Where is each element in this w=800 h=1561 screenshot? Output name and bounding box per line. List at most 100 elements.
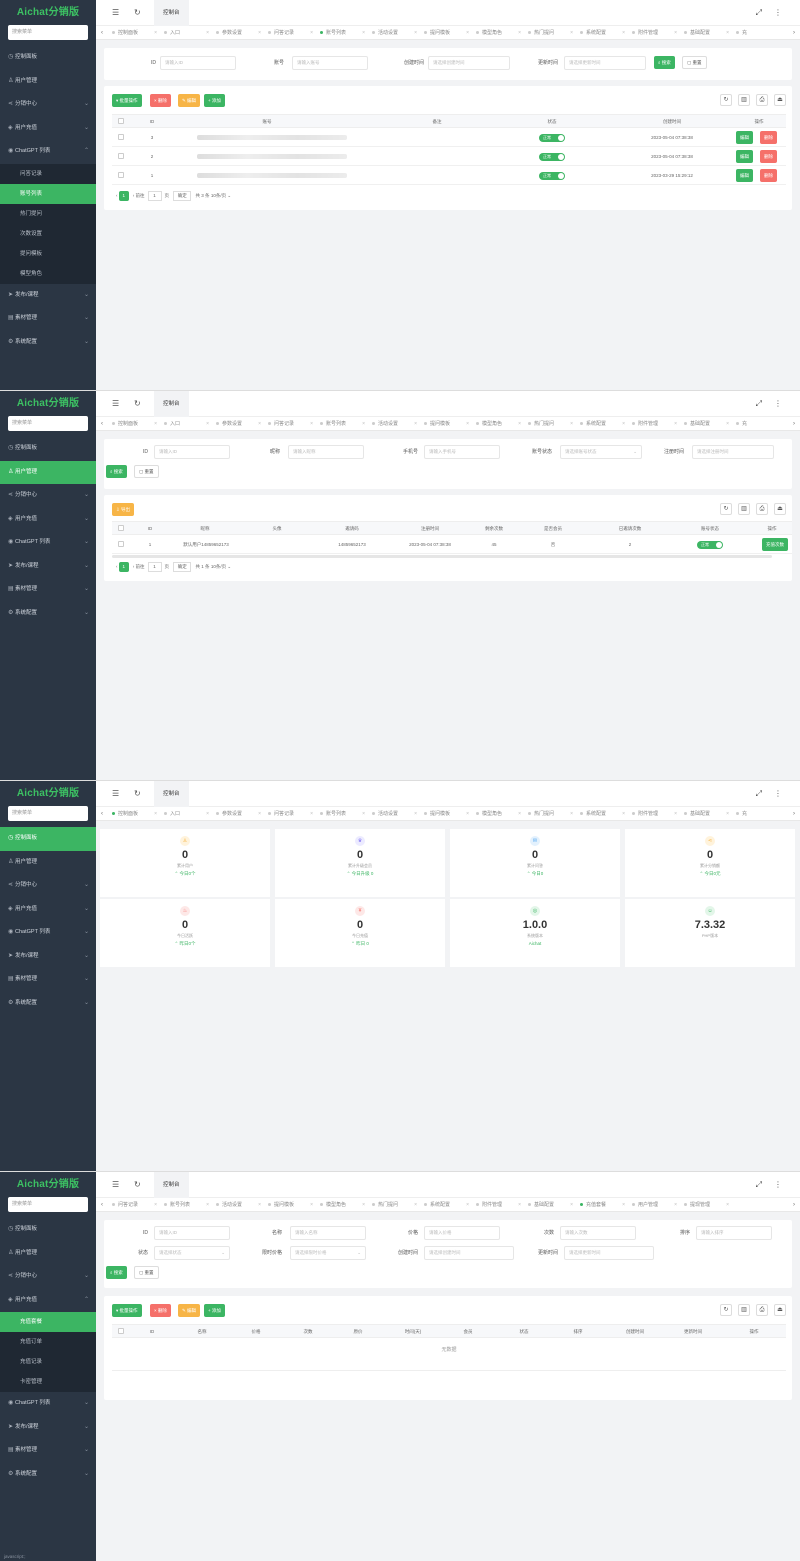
menu-toggle-icon[interactable]: ☰: [112, 1172, 119, 1198]
chevron-left-icon[interactable]: ‹: [96, 1198, 108, 1211]
id-input[interactable]: 请输入ID: [154, 445, 230, 459]
sidebar-item-content[interactable]: ▤素材管理 ⌄: [0, 307, 96, 331]
close-icon[interactable]: ×: [674, 1198, 677, 1211]
close-icon[interactable]: ×: [206, 1198, 209, 1211]
sidebar-item-chatgpt[interactable]: ◉ ChatGPT 列表 ⌄: [0, 921, 96, 945]
menu-search-input[interactable]: 搜索菜单: [8, 25, 88, 40]
page-tab-active[interactable]: 账号列表 ×: [320, 26, 372, 39]
chevron-right-icon[interactable]: ›: [788, 807, 800, 820]
submenu-item[interactable]: 充值记录: [0, 1352, 96, 1372]
chevron-right-icon[interactable]: ›: [788, 417, 800, 430]
page-tab[interactable]: 模型角色 ×: [476, 417, 528, 430]
close-icon[interactable]: ×: [466, 807, 469, 820]
submenu-item-active[interactable]: 账号列表: [0, 183, 96, 204]
close-icon[interactable]: ×: [674, 417, 677, 430]
page-tab[interactable]: 热门提问 ×: [528, 417, 580, 430]
close-icon[interactable]: ×: [154, 417, 157, 430]
refresh-icon[interactable]: ↻: [720, 1304, 732, 1316]
close-icon[interactable]: ×: [310, 26, 313, 39]
register-time-input[interactable]: 请选择注册时间: [692, 445, 774, 459]
close-icon[interactable]: ×: [414, 1198, 417, 1211]
close-icon[interactable]: ×: [258, 1198, 261, 1211]
sidebar-item-distribution[interactable]: ⋖ 分销中心 ⌄: [0, 874, 96, 898]
sidebar-item-release[interactable]: ➤ 发布/课程 ⌄: [0, 945, 96, 969]
sidebar-item-users[interactable]: ♙ 用户管理: [0, 460, 96, 484]
page-tab[interactable]: 控制面板 ×: [112, 26, 164, 39]
chevron-right-icon[interactable]: ›: [788, 1198, 800, 1211]
status-select[interactable]: 请选择状态 ⌄: [154, 1246, 230, 1260]
close-icon[interactable]: ×: [518, 417, 521, 430]
row-checkbox[interactable]: [118, 134, 124, 140]
row-delete-button[interactable]: 删除: [760, 150, 777, 163]
row-delete-button[interactable]: 删除: [760, 169, 777, 182]
chevron-left-icon[interactable]: ‹: [96, 807, 108, 820]
edit-button[interactable]: ✎ 编辑: [178, 1304, 201, 1317]
row-checkbox[interactable]: [118, 172, 124, 178]
more-icon[interactable]: ⋮: [774, 781, 782, 807]
close-icon[interactable]: ×: [622, 26, 625, 39]
sidebar-item-dashboard[interactable]: ◷ 控制面板: [0, 1218, 96, 1242]
close-icon[interactable]: ×: [310, 417, 313, 430]
row-edit-button[interactable]: 编辑: [736, 131, 753, 144]
search-button[interactable]: ⌕ 搜索: [106, 465, 127, 478]
page-tab[interactable]: 账号列表 ×: [320, 417, 372, 430]
sort-input[interactable]: 请输入排序: [696, 1226, 772, 1240]
close-icon[interactable]: ×: [570, 1198, 573, 1211]
sidebar-item-distribution[interactable]: ⋖ 分销中心 ⌄: [0, 93, 96, 117]
close-icon[interactable]: ×: [622, 807, 625, 820]
close-icon[interactable]: ×: [570, 26, 573, 39]
close-icon[interactable]: ×: [466, 1198, 469, 1211]
page-tab[interactable]: 系统配置 ×: [580, 807, 632, 820]
sidebar-item-system[interactable]: ⚙ 系统配置 ⌄: [0, 992, 96, 1016]
page-tab[interactable]: 附件管理 ×: [632, 26, 684, 39]
nickname-input[interactable]: 请输入昵称: [288, 445, 364, 459]
updated-date-input[interactable]: 请选择更新时间: [564, 1246, 654, 1260]
page-tab[interactable]: 控制面板 ×: [112, 417, 164, 430]
page-tab[interactable]: 充: [736, 26, 788, 39]
close-icon[interactable]: ×: [518, 26, 521, 39]
close-icon[interactable]: ×: [414, 417, 417, 430]
page-number[interactable]: 1: [118, 191, 129, 201]
page-tab[interactable]: 入口 ×: [164, 807, 216, 820]
close-icon[interactable]: ×: [726, 26, 729, 39]
sidebar-item-recharge[interactable]: ◈ 用户充值 ⌄: [0, 117, 96, 141]
page-tab[interactable]: 入口 ×: [164, 417, 216, 430]
reset-button[interactable]: ▢ 重置: [134, 465, 159, 478]
sidebar-item-users[interactable]: ♙ 用户管理: [0, 851, 96, 875]
page-tab[interactable]: 账号列表 ×: [320, 807, 372, 820]
close-icon[interactable]: ×: [570, 417, 573, 430]
goto-page-input[interactable]: 1: [147, 191, 162, 201]
page-tab[interactable]: 充: [736, 417, 788, 430]
close-icon[interactable]: ×: [258, 807, 261, 820]
reset-button[interactable]: ▢ 重置: [134, 1266, 159, 1279]
row-delete-button[interactable]: 删除: [760, 131, 777, 144]
close-icon[interactable]: ×: [206, 26, 209, 39]
close-icon[interactable]: ×: [466, 417, 469, 430]
id-input[interactable]: 请输入ID: [160, 56, 236, 70]
close-icon[interactable]: ×: [414, 807, 417, 820]
page-tab[interactable]: 充: [736, 807, 788, 820]
close-icon[interactable]: ×: [362, 26, 365, 39]
page-tab[interactable]: 附件管理 ×: [476, 1198, 528, 1211]
columns-icon[interactable]: ▥: [738, 94, 750, 106]
submenu-item[interactable]: 次数设置: [0, 224, 96, 244]
close-icon[interactable]: ×: [206, 807, 209, 820]
sidebar-item-dashboard[interactable]: ◷ 控制面板: [0, 437, 96, 461]
account-input[interactable]: 请输入账号: [292, 56, 368, 70]
submenu-item[interactable]: 问答记录: [0, 164, 96, 184]
page-tab[interactable]: 系统配置 ×: [580, 417, 632, 430]
chevron-right-icon[interactable]: ›: [788, 26, 800, 39]
submenu-item[interactable]: 提问模板: [0, 244, 96, 264]
row-checkbox[interactable]: [118, 153, 124, 159]
sidebar-item-recharge[interactable]: ◈ 用户充值 ⌄: [0, 508, 96, 532]
refresh-icon[interactable]: ↻: [720, 503, 732, 515]
page-tab[interactable]: 基础配置 ×: [684, 26, 736, 39]
sidebar-item-system[interactable]: ⚙ 系统配置 ⌄: [0, 602, 96, 626]
export-icon[interactable]: ⏏: [774, 1304, 786, 1316]
sidebar-item-distribution[interactable]: ⋖ 分销中心 ⌄: [0, 1265, 96, 1289]
page-tab[interactable]: 基础配置 ×: [684, 807, 736, 820]
close-icon[interactable]: ×: [362, 417, 365, 430]
page-tab-active[interactable]: 充值套餐 ×: [580, 1198, 632, 1211]
more-icon[interactable]: ⋮: [774, 0, 782, 26]
close-icon[interactable]: ×: [622, 1198, 625, 1211]
